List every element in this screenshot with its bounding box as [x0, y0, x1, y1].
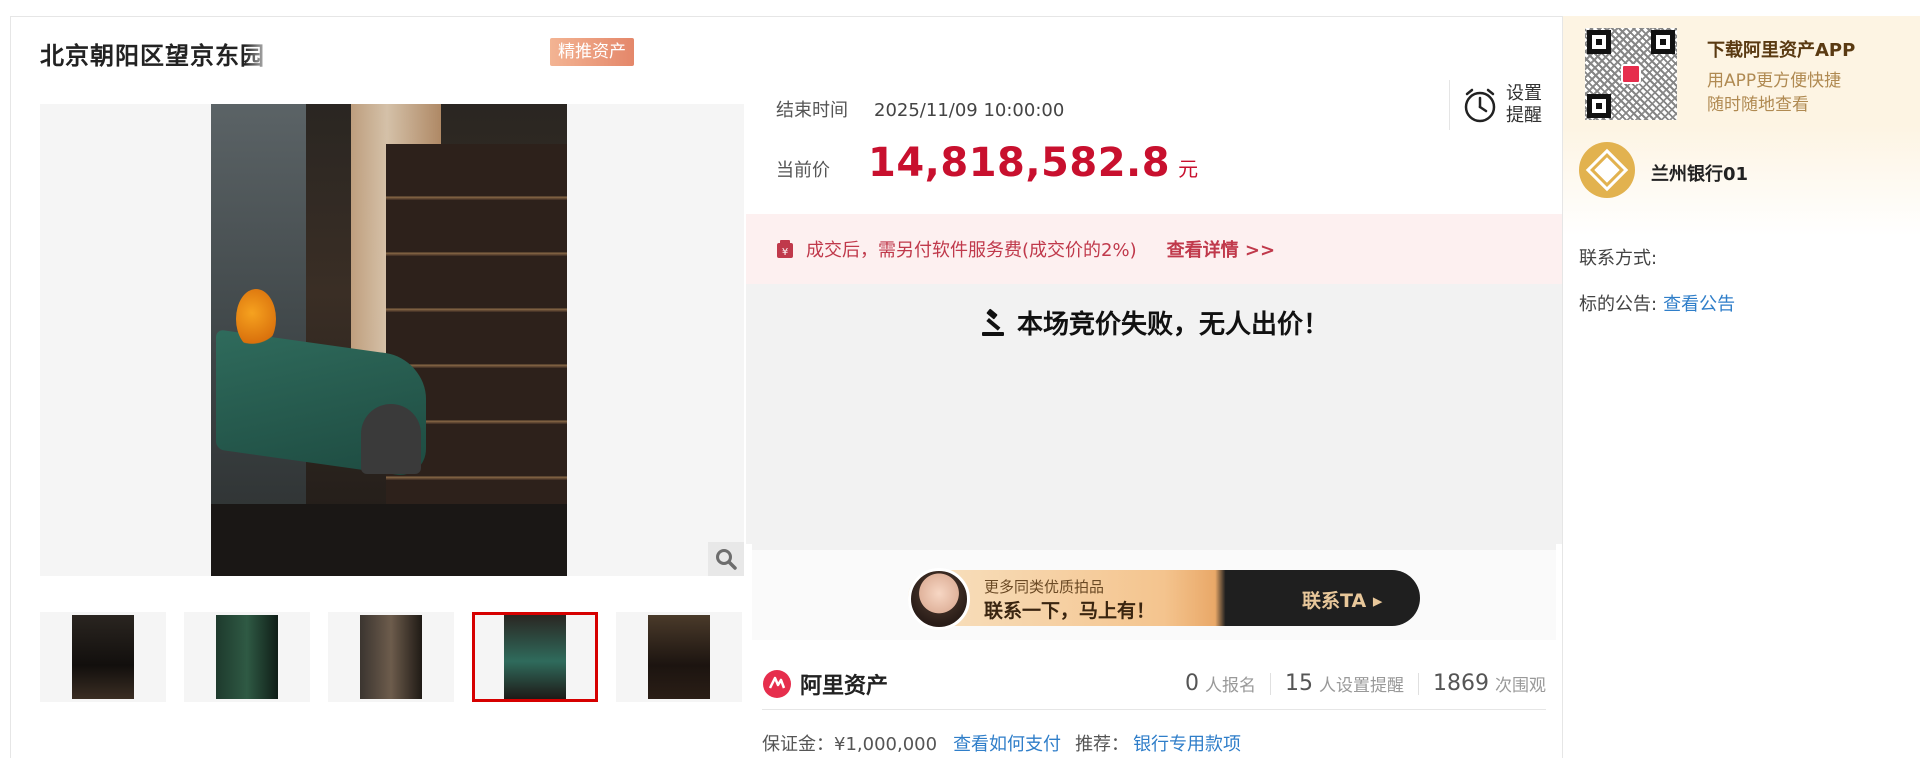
promo-area: 更多同类优质拍品 联系一下，马上有！ 联系TA ▸	[752, 544, 1556, 640]
photo-floor	[211, 504, 567, 576]
fee-icon: ¥	[777, 240, 793, 258]
stats-divider	[1270, 672, 1271, 695]
agent-avatar	[908, 568, 970, 630]
auction-result-area: 本场竞价失败，无人出价！	[746, 284, 1562, 544]
photo-chair	[361, 404, 421, 474]
thumbnail-image	[72, 615, 134, 699]
listing-title: 北京朝阳区望京东园	[40, 42, 265, 70]
stats-divider	[1418, 672, 1419, 695]
end-time-row: 结束时间 2025/11/09 10:00:00	[776, 96, 1064, 122]
current-price-value: 14,818,582.8	[868, 140, 1171, 186]
thumbnail-4-active[interactable]	[472, 612, 598, 702]
set-reminder-button[interactable]: 设置提醒	[1449, 80, 1562, 130]
qr-finder	[1587, 94, 1611, 118]
views-label: 次围观	[1495, 676, 1546, 696]
signups-count: 0	[1185, 671, 1199, 696]
zoom-button[interactable]	[708, 542, 744, 576]
end-time-label: 结束时间	[776, 100, 848, 121]
qr-finder	[1651, 30, 1675, 54]
right-sidebar: 下载阿里资产APP 用APP更方便快捷 随时随地查看 兰州银行01 联系方式: …	[1562, 16, 1920, 758]
fee-notice-bar: ¥ 成交后，需另付软件服务费(成交价的2%) 查看详情 >>	[746, 214, 1562, 284]
promo-line1: 更多同类优质拍品	[984, 578, 1105, 596]
title-fade-overlay	[245, 34, 275, 68]
thumbnail-5[interactable]	[616, 612, 742, 702]
qr-finder	[1587, 30, 1611, 54]
magnifier-icon	[716, 549, 737, 570]
current-price-row: 当前价 14,818,582.8 元	[776, 140, 1198, 186]
recommend-label: 推荐：	[1075, 734, 1130, 755]
announcement-row: 标的公告: 查看公告	[1579, 290, 1735, 316]
seller-name[interactable]: 兰州银行01	[1651, 160, 1748, 186]
thumbnail-image	[360, 615, 422, 699]
reminders-count: 15	[1285, 671, 1313, 696]
fee-details-link[interactable]: 查看详情 >>	[1167, 236, 1275, 262]
featured-badge: 精推资产	[550, 38, 634, 66]
views-count: 1869	[1433, 671, 1489, 696]
ali-asset-brand: 阿里资产	[762, 668, 888, 700]
current-price-label: 当前价	[776, 160, 830, 181]
thumbnail-image	[216, 615, 278, 699]
contact-ta-button[interactable]: 联系TA ▸	[1302, 586, 1382, 613]
contact-ta-label: 联系TA	[1302, 590, 1367, 612]
deposit-row: 保证金：¥1,000,000 查看如何支付 推荐： 银行专用款项	[762, 730, 1241, 756]
promo-line2: 联系一下，马上有！	[984, 600, 1156, 622]
thumbnail-strip	[40, 612, 744, 702]
deposit-label: 保证金：¥1,000,000	[762, 734, 938, 755]
fee-notice-text: 成交后，需另付软件服务费(成交价的2%)	[806, 240, 1137, 261]
app-download-subtitle-2: 随时随地查看	[1707, 95, 1809, 115]
stats-row: 阿里资产 0 人报名 15 人设置提醒 1869 次围观	[762, 658, 1546, 710]
thumbnail-image	[648, 615, 710, 699]
gavel-icon	[981, 308, 1004, 336]
alarm-clock-icon	[1464, 88, 1496, 123]
brand-name: 阿里资产	[800, 673, 889, 699]
auction-result-message: 本场竞价失败，无人出价！	[746, 304, 1562, 341]
app-download-subtitle-1: 用APP更方便快捷	[1707, 71, 1842, 91]
photo-flowers	[236, 289, 276, 349]
reminders-label: 人设置提醒	[1319, 676, 1404, 696]
main-photo-viewer[interactable]	[40, 104, 744, 576]
thumbnail-1[interactable]	[40, 612, 166, 702]
how-to-pay-link[interactable]: 查看如何支付	[953, 730, 1061, 756]
app-download-box: 下载阿里资产APP 用APP更方便快捷 随时随地查看	[1563, 16, 1920, 126]
set-reminder-label: 设置提醒	[1506, 83, 1542, 126]
signups-label: 人报名	[1205, 676, 1256, 696]
svg-text:¥: ¥	[782, 247, 788, 258]
play-arrow-icon: ▸	[1372, 590, 1383, 612]
bank-logo-icon	[1579, 142, 1635, 198]
contact-label: 联系方式:	[1579, 248, 1658, 269]
ali-asset-logo-icon	[763, 669, 791, 698]
app-download-title: 下载阿里资产APP	[1707, 40, 1856, 61]
seller-box: 兰州银行01	[1563, 126, 1920, 236]
thumbnail-2[interactable]	[184, 612, 310, 702]
thumbnail-image	[504, 615, 566, 699]
contact-ta-banner[interactable]: 更多同类优质拍品 联系一下，马上有！ 联系TA ▸	[908, 568, 1420, 630]
qr-code	[1585, 28, 1677, 120]
contact-info: 联系方式:	[1579, 244, 1657, 270]
view-announcement-link[interactable]: 查看公告	[1663, 294, 1735, 315]
end-time-value: 2025/11/09 10:00:00	[874, 100, 1065, 121]
announcement-label: 标的公告:	[1579, 294, 1658, 315]
qr-logo	[1621, 64, 1641, 84]
price-unit: 元	[1178, 157, 1199, 181]
auction-stats: 0 人报名 15 人设置提醒 1869 次围观	[1185, 671, 1546, 696]
result-text: 本场竞价失败，无人出价！	[1016, 310, 1329, 340]
main-photo	[211, 104, 567, 576]
thumbnail-3[interactable]	[328, 612, 454, 702]
bank-payment-link[interactable]: 银行专用款项	[1133, 730, 1241, 756]
